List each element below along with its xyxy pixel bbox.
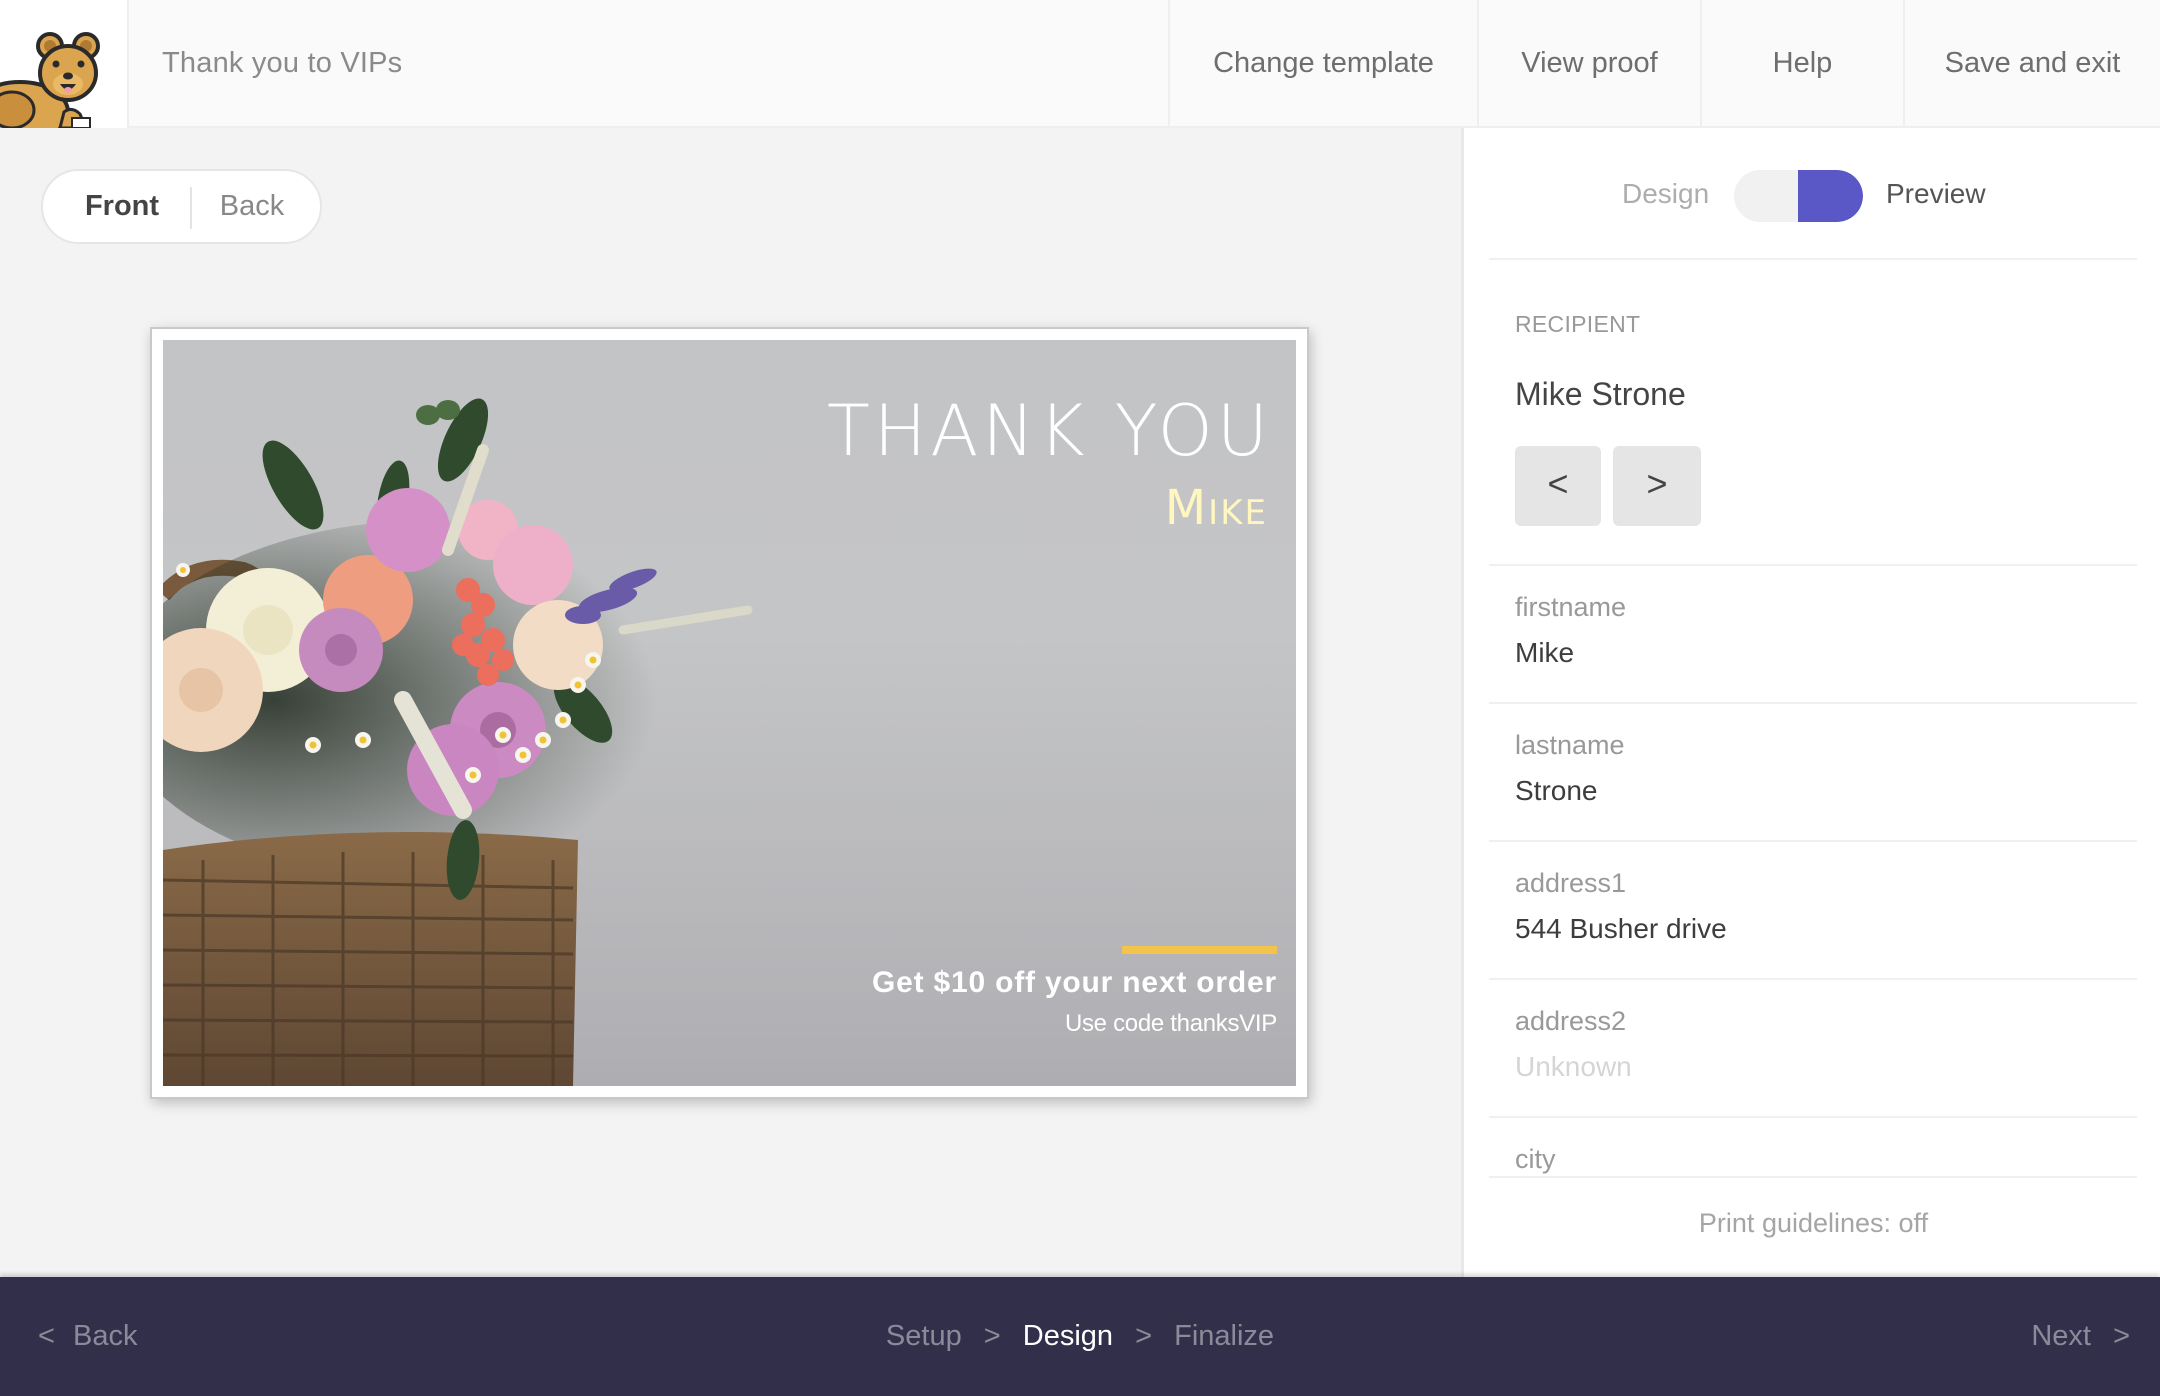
step-finalize[interactable]: Finalize bbox=[1174, 1320, 1274, 1352]
previous-recipient-button[interactable]: < bbox=[1515, 446, 1601, 526]
step-separator-icon: > bbox=[1135, 1320, 1153, 1352]
card-headline: THANK YOU bbox=[826, 390, 1272, 472]
recipient-name: Mike Strone bbox=[1515, 376, 1686, 412]
front-side-tab[interactable]: Front bbox=[43, 171, 189, 242]
field-value-lastname: Strone bbox=[1515, 775, 1598, 806]
change-template-button[interactable]: Change template bbox=[1168, 0, 1477, 128]
design-canvas-area: Front Back THANK YOU Mike Get $10 off yo… bbox=[0, 128, 1461, 1277]
next-button[interactable]: Next > bbox=[2031, 1277, 2130, 1396]
chevron-right-icon: > bbox=[2113, 1320, 2130, 1352]
divider bbox=[1489, 1176, 2137, 1178]
document-title: Thank you to VIPs bbox=[162, 47, 403, 79]
divider bbox=[1489, 1116, 2137, 1118]
design-mode-label[interactable]: Design bbox=[1622, 178, 1709, 210]
divider bbox=[1489, 702, 2137, 704]
field-value-address2: Unknown bbox=[1515, 1051, 1632, 1082]
preview-sidebar: Design Preview RECIPIENT Mike Strone < >… bbox=[1461, 128, 2160, 1277]
divider bbox=[1489, 978, 2137, 980]
wizard-steps: Setup > Design > Finalize bbox=[0, 1277, 2160, 1396]
view-proof-button[interactable]: View proof bbox=[1477, 0, 1700, 128]
print-guidelines-toggle[interactable]: Print guidelines: off bbox=[1464, 1208, 2160, 1239]
quokka-logo-icon bbox=[0, 32, 100, 128]
card-recipient-name: Mike bbox=[1164, 480, 1268, 536]
top-bar: Thank you to VIPs Change template View p… bbox=[0, 0, 2160, 128]
card-accent-bar bbox=[1122, 946, 1277, 954]
field-label-lastname: lastname bbox=[1515, 730, 1625, 760]
postcard-preview[interactable]: THANK YOU Mike Get $10 off your next ord… bbox=[150, 327, 1309, 1099]
back-side-tab[interactable]: Back bbox=[192, 171, 320, 242]
field-value-firstname: Mike bbox=[1515, 637, 1575, 668]
chevron-left-icon: < bbox=[1547, 463, 1569, 504]
app-logo[interactable] bbox=[0, 0, 129, 128]
card-promo-code-text: Use code thanksVIP bbox=[1064, 1010, 1277, 1037]
preview-mode-label[interactable]: Preview bbox=[1886, 178, 1986, 210]
step-separator-icon: > bbox=[983, 1320, 1001, 1352]
wizard-footer: < Back Setup > Design > Finalize Next > bbox=[0, 1277, 2160, 1396]
recipient-section-label: RECIPIENT bbox=[1515, 311, 1641, 337]
step-setup[interactable]: Setup bbox=[886, 1320, 962, 1352]
design-preview-toggle-switch[interactable] bbox=[1734, 170, 1863, 222]
save-and-exit-button[interactable]: Save and exit bbox=[1903, 0, 2160, 128]
divider bbox=[1489, 840, 2137, 842]
divider bbox=[1489, 564, 2137, 566]
chevron-right-icon: > bbox=[1646, 463, 1668, 504]
field-label-city: city bbox=[1515, 1144, 1556, 1174]
card-offer-text: Get $10 off your next order bbox=[871, 966, 1277, 999]
field-value-address1: 544 Busher drive bbox=[1515, 913, 1727, 944]
divider bbox=[1489, 258, 2137, 260]
postcard-front-image: THANK YOU Mike Get $10 off your next ord… bbox=[163, 340, 1296, 1086]
field-label-address2: address2 bbox=[1515, 1006, 1627, 1036]
field-label-address1: address1 bbox=[1515, 868, 1627, 898]
field-label-firstname: firstname bbox=[1515, 592, 1627, 622]
step-design[interactable]: Design bbox=[1023, 1320, 1113, 1352]
help-button[interactable]: Help bbox=[1700, 0, 1903, 128]
next-label: Next bbox=[2031, 1320, 2091, 1352]
next-recipient-button[interactable]: > bbox=[1613, 446, 1701, 526]
card-side-toggle: Front Back bbox=[41, 169, 322, 244]
toggle-knob bbox=[1798, 170, 1863, 222]
